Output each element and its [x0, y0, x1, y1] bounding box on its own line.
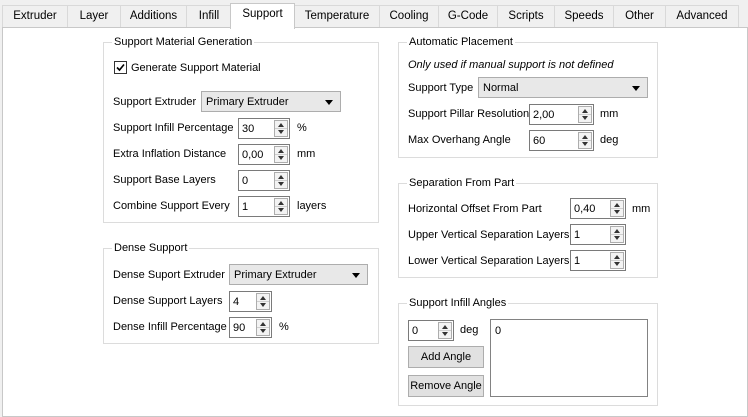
support-extruder-select[interactable]: Primary Extruder: [201, 91, 341, 112]
pillar-resolution-unit: mm: [600, 108, 619, 120]
dense-infill-unit: %: [279, 321, 289, 333]
dense-extruder-select[interactable]: Primary Extruder: [229, 264, 368, 285]
support-generation-title: Support Material Generation: [112, 35, 255, 49]
upper-separation-label: Upper Vertical Separation Layers: [408, 229, 570, 241]
support-infill-label: Support Infill Percentage: [113, 122, 234, 134]
add-angle-button[interactable]: Add Angle: [408, 346, 484, 368]
list-item[interactable]: 0: [495, 324, 501, 338]
chevron-down-icon: [632, 86, 640, 91]
spin-arrows-icon[interactable]: [438, 322, 452, 339]
inflation-unit: mm: [297, 148, 316, 160]
spin-arrows-icon[interactable]: [274, 146, 288, 163]
tab-speeds[interactable]: Speeds: [554, 5, 614, 27]
tab-temperature[interactable]: Temperature: [294, 5, 380, 27]
tab-cooling[interactable]: Cooling: [379, 5, 439, 27]
support-infill-spinbox[interactable]: 30: [238, 118, 290, 139]
checkmark-icon: [116, 63, 125, 72]
infill-angles-title: Support Infill Angles: [407, 296, 509, 310]
spin-arrows-icon[interactable]: [578, 132, 592, 149]
pillar-resolution-spinbox[interactable]: 2,00: [529, 104, 594, 125]
dense-layers-spinbox[interactable]: 4: [229, 291, 272, 312]
pillar-resolution-label: Support Pillar Resolution: [408, 108, 530, 120]
support-type-label: Support Type: [408, 82, 474, 94]
spin-arrows-icon[interactable]: [274, 172, 288, 189]
spin-arrows-icon[interactable]: [610, 226, 624, 243]
dense-extruder-label: Dense Suport Extruder: [113, 269, 225, 281]
dense-infill-label: Dense Infill Percentage: [113, 321, 227, 333]
overhang-angle-spinbox[interactable]: 60: [529, 130, 594, 151]
dense-layers-label: Dense Support Layers: [113, 295, 223, 307]
spin-arrows-icon[interactable]: [256, 319, 270, 336]
angle-unit: deg: [460, 324, 479, 336]
spin-arrows-icon[interactable]: [256, 293, 270, 310]
upper-separation-spinbox[interactable]: 1: [570, 224, 626, 245]
tab-additions[interactable]: Additions: [120, 5, 187, 27]
spin-arrows-icon[interactable]: [274, 120, 288, 137]
horizontal-offset-unit: mm: [632, 203, 651, 215]
overhang-angle-label: Max Overhang Angle: [408, 134, 511, 146]
support-infill-unit: %: [297, 122, 307, 134]
combine-support-label: Combine Support Every: [113, 200, 230, 212]
tab-extruder[interactable]: Extruder: [2, 5, 68, 27]
chevron-down-icon: [352, 273, 360, 278]
tab-advanced[interactable]: Advanced: [665, 5, 739, 27]
automatic-placement-note: Only used if manual support is not defin…: [408, 59, 614, 71]
horizontal-offset-spinbox[interactable]: 0,40: [570, 198, 626, 219]
dense-support-title: Dense Support: [112, 241, 190, 255]
tab-bar: Extruder Layer Additions Infill Support …: [0, 0, 748, 29]
tab-other[interactable]: Other: [613, 5, 666, 27]
base-layers-label: Support Base Layers: [113, 174, 216, 186]
automatic-placement-title: Automatic Placement: [407, 35, 515, 49]
inflation-spinbox[interactable]: 0,00: [238, 144, 290, 165]
tab-gcode[interactable]: G-Code: [438, 5, 498, 27]
remove-angle-button[interactable]: Remove Angle: [408, 375, 484, 397]
separation-title: Separation From Part: [407, 176, 517, 190]
support-type-select[interactable]: Normal: [478, 77, 648, 98]
dense-infill-spinbox[interactable]: 90: [229, 317, 272, 338]
spin-arrows-icon[interactable]: [610, 252, 624, 269]
combine-support-spinbox[interactable]: 1: [238, 196, 290, 217]
tab-infill[interactable]: Infill: [186, 5, 232, 27]
generate-support-checkbox[interactable]: [114, 61, 127, 74]
horizontal-offset-label: Horizontal Offset From Part: [408, 203, 542, 215]
lower-separation-spinbox[interactable]: 1: [570, 250, 626, 271]
tab-support[interactable]: Support: [230, 3, 295, 29]
combine-support-unit: layers: [297, 200, 327, 212]
tab-scripts[interactable]: Scripts: [497, 5, 555, 27]
spin-arrows-icon[interactable]: [578, 106, 592, 123]
spin-arrows-icon[interactable]: [274, 198, 288, 215]
inflation-label: Extra Inflation Distance: [113, 148, 227, 160]
chevron-down-icon: [325, 100, 333, 105]
angles-list[interactable]: 0: [490, 319, 648, 397]
spin-arrows-icon[interactable]: [610, 200, 624, 217]
lower-separation-label: Lower Vertical Separation Layers: [408, 255, 570, 267]
overhang-angle-unit: deg: [600, 134, 619, 146]
tab-layer[interactable]: Layer: [67, 5, 121, 27]
base-layers-spinbox[interactable]: 0: [238, 170, 290, 191]
support-extruder-label: Support Extruder: [113, 96, 197, 108]
angle-spinbox[interactable]: 0: [408, 320, 454, 341]
generate-support-label[interactable]: Generate Support Material: [131, 61, 261, 75]
